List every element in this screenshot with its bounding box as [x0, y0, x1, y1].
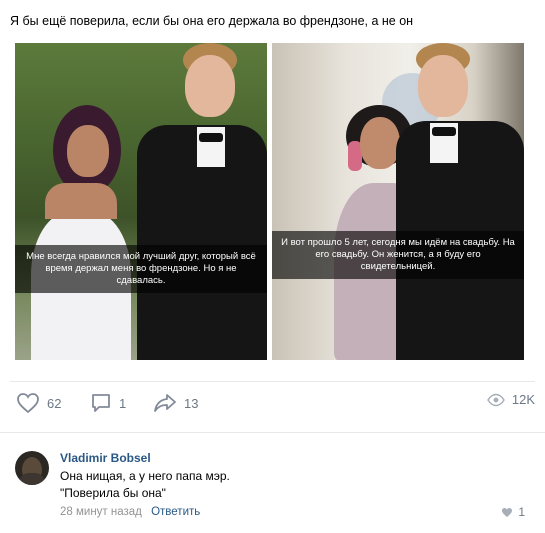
comment-time[interactable]: 28 минут назад: [60, 506, 142, 518]
share-button[interactable]: 13: [153, 392, 198, 414]
comment-button[interactable]: 1: [90, 392, 126, 414]
share-icon: [154, 394, 176, 412]
photo-caption-before: Мне всегда нравился мой лучший друг, кот…: [15, 245, 267, 293]
avatar[interactable]: [15, 451, 49, 485]
comment-text-line-2: "Поверила бы она": [60, 486, 166, 500]
views-counter: 12K: [487, 392, 535, 407]
comment-meta: 28 минут назад Ответить: [60, 506, 200, 518]
comment-like-count: 1: [518, 505, 525, 519]
post-divider: [10, 381, 535, 382]
post-photo-before[interactable]: Мне всегда нравился мой лучший друг, кот…: [15, 43, 267, 360]
post-actions: 62 1 13 12K: [10, 392, 535, 418]
comment-count: 1: [119, 395, 127, 411]
comments-divider: [0, 432, 545, 433]
heart-icon: [502, 507, 513, 517]
post-text: Я бы ещё поверила, если бы она его держа…: [10, 14, 414, 28]
share-count: 13: [184, 395, 199, 411]
post-photo-after[interactable]: И вот прошло 5 лет, сегодня мы идём на с…: [272, 43, 524, 360]
comment-icon: [92, 394, 110, 412]
comment-text-line-1: Она нищая, а у него папа мэр.: [60, 469, 230, 483]
comment-like-button[interactable]: 1: [501, 505, 525, 519]
eye-icon: [487, 393, 505, 406]
photo-caption-after: И вот прошло 5 лет, сегодня мы идём на с…: [272, 231, 524, 279]
views-count: 12K: [511, 392, 535, 407]
comment-item: Vladimir Bobsel Она нищая, а у него папа…: [15, 450, 535, 525]
heart-icon: [17, 393, 39, 414]
comment-author[interactable]: Vladimir Bobsel: [60, 451, 151, 465]
like-count: 62: [47, 395, 62, 411]
like-button[interactable]: 62: [16, 392, 61, 414]
reply-link[interactable]: Ответить: [151, 506, 200, 518]
